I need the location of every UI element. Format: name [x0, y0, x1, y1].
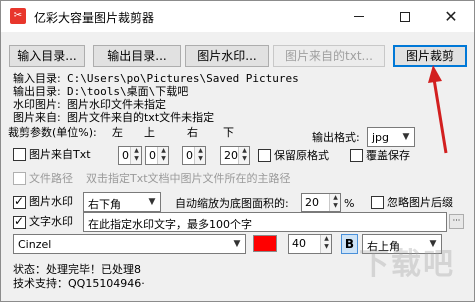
image-watermark-checkbox[interactable]	[13, 194, 26, 209]
app-logo-icon: ✂	[10, 8, 26, 24]
source-label: 图片来自:	[13, 111, 61, 124]
stepper-up-icon[interactable]: ▲	[159, 147, 168, 155]
input-dir-label: 输入目录:	[13, 72, 61, 85]
chevron-down-icon: ▼	[233, 239, 241, 249]
file-path-hint[interactable]: 双击指定Txt文档中图片文件所在的主路径	[86, 172, 291, 185]
minimize-icon	[354, 16, 364, 17]
crop-top-label: 上	[144, 126, 155, 139]
input-dir-button[interactable]: 输入目录...	[9, 45, 85, 67]
scale-value: 20	[305, 196, 319, 209]
stepper-up-icon[interactable]: ▲	[196, 147, 205, 155]
input-dir-value: C:\Users\po\Pictures\Saved Pictures	[67, 72, 299, 85]
from-txt-label: 图片来自Txt	[29, 148, 91, 161]
status-line: 状态：处理完毕！已处理8	[13, 263, 141, 276]
keep-format-label: 保留原格式	[274, 149, 329, 162]
font-select[interactable]: Cinzel ▼	[13, 234, 246, 254]
title-bar: ✂ 亿彩大容量图片裁剪器 ✕	[1, 1, 474, 32]
output-dir-value: D:\tools\桌面\下载吧	[67, 85, 189, 98]
watermark-logo-text: 下载吧	[359, 247, 455, 282]
file-path-checkbox[interactable]	[13, 172, 26, 185]
bold-toggle[interactable]: B	[341, 234, 358, 254]
file-path-label: 文件路径	[29, 172, 73, 185]
ignore-suffix-label: 忽略图片后缀	[387, 196, 453, 209]
watermark-text-input[interactable]: 在此指定水印文字，最多100个字	[83, 212, 447, 232]
output-dir-button[interactable]: 输出目录...	[93, 45, 181, 67]
stepper-up-icon[interactable]: ▲	[240, 147, 249, 155]
crop-right-stepper[interactable]: 0 ▲ ▼	[182, 146, 206, 165]
stepper-up-icon[interactable]: ▲	[322, 235, 331, 243]
scale-stepper[interactable]: 20 ▲ ▼	[301, 193, 341, 212]
crop-bottom-stepper[interactable]: 20 ▲ ▼	[220, 146, 250, 165]
watermark-position-select[interactable]: 右下角 ▼	[83, 192, 161, 212]
overwrite-checkbox[interactable]	[350, 149, 363, 162]
ignore-suffix-checkbox[interactable]	[371, 196, 384, 209]
close-icon: ✕	[444, 7, 458, 26]
output-format-label: 输出格式:	[312, 131, 360, 144]
stepper-down-icon[interactable]: ▼	[132, 155, 141, 163]
keep-format-checkbox[interactable]	[258, 149, 271, 162]
image-watermark-label: 图片水印	[29, 195, 73, 208]
close-button[interactable]: ✕	[428, 1, 474, 32]
crop-top-value: 0	[149, 149, 156, 162]
annotation-arrow-icon	[428, 65, 448, 154]
watermark-image-label: 水印图片:	[13, 98, 61, 111]
crop-right-label: 右	[187, 126, 198, 139]
more-options-button[interactable]: ···	[449, 214, 464, 229]
stepper-down-icon[interactable]: ▼	[196, 155, 205, 163]
font-value: Cinzel	[18, 238, 52, 251]
window-title: 亿彩大容量图片裁剪器	[34, 11, 155, 25]
font-size-stepper[interactable]: 40 ▲ ▼	[288, 234, 332, 254]
app-window: ✂ 亿彩大容量图片裁剪器 ✕ 输入目录... 输出目录... 图片水印... 图…	[0, 0, 475, 302]
image-from-txt-button[interactable]: 图片来自的txt...	[273, 45, 385, 67]
crop-bottom-label: 下	[223, 126, 234, 139]
crop-left-label: 左	[112, 126, 123, 139]
font-size-value: 40	[292, 237, 306, 250]
crop-params-label: 裁剪参数(单位%):	[8, 126, 97, 139]
stepper-up-icon[interactable]: ▲	[331, 194, 340, 202]
stepper-down-icon[interactable]: ▼	[159, 155, 168, 163]
stepper-down-icon[interactable]: ▼	[331, 202, 340, 210]
stepper-down-icon[interactable]: ▼	[240, 155, 249, 163]
image-watermark-button[interactable]: 图片水印...	[185, 45, 269, 67]
crop-right-value: 0	[186, 149, 193, 162]
crop-left-stepper[interactable]: 0 ▲ ▼	[118, 146, 142, 165]
minimize-button[interactable]	[336, 1, 382, 32]
output-format-value: jpg	[372, 131, 390, 144]
watermark-image-value: 图片水印文件未指定	[67, 98, 166, 111]
scale-unit: %	[344, 197, 355, 210]
watermark-text-placeholder: 在此指定水印文字，最多100个字	[88, 218, 252, 231]
site-watermark-logo: 下载吧	[359, 239, 455, 283]
scale-label: 自动缩放为底图面积的:	[175, 197, 289, 210]
text-color-swatch[interactable]	[253, 235, 277, 252]
crop-top-stepper[interactable]: 0 ▲ ▼	[145, 146, 169, 165]
text-watermark-checkbox[interactable]	[13, 214, 26, 229]
output-dir-label: 输出目录:	[13, 85, 61, 98]
maximize-icon	[400, 11, 410, 22]
watermark-position-value: 右下角	[88, 198, 121, 211]
crop-bottom-value: 20	[224, 149, 238, 162]
ellipsis-icon: ···	[452, 216, 461, 225]
source-value: 图片文件来自的txt文件未指定	[67, 111, 215, 124]
crop-left-value: 0	[122, 149, 129, 162]
text-watermark-label: 文字水印	[29, 215, 73, 228]
maximize-button[interactable]	[382, 1, 428, 32]
chevron-down-icon: ▼	[148, 197, 156, 207]
stepper-up-icon[interactable]: ▲	[132, 147, 141, 155]
stepper-down-icon[interactable]: ▼	[322, 243, 331, 251]
support-line: 技术支持：QQ15104946·	[13, 277, 145, 290]
from-txt-checkbox[interactable]	[13, 148, 26, 161]
